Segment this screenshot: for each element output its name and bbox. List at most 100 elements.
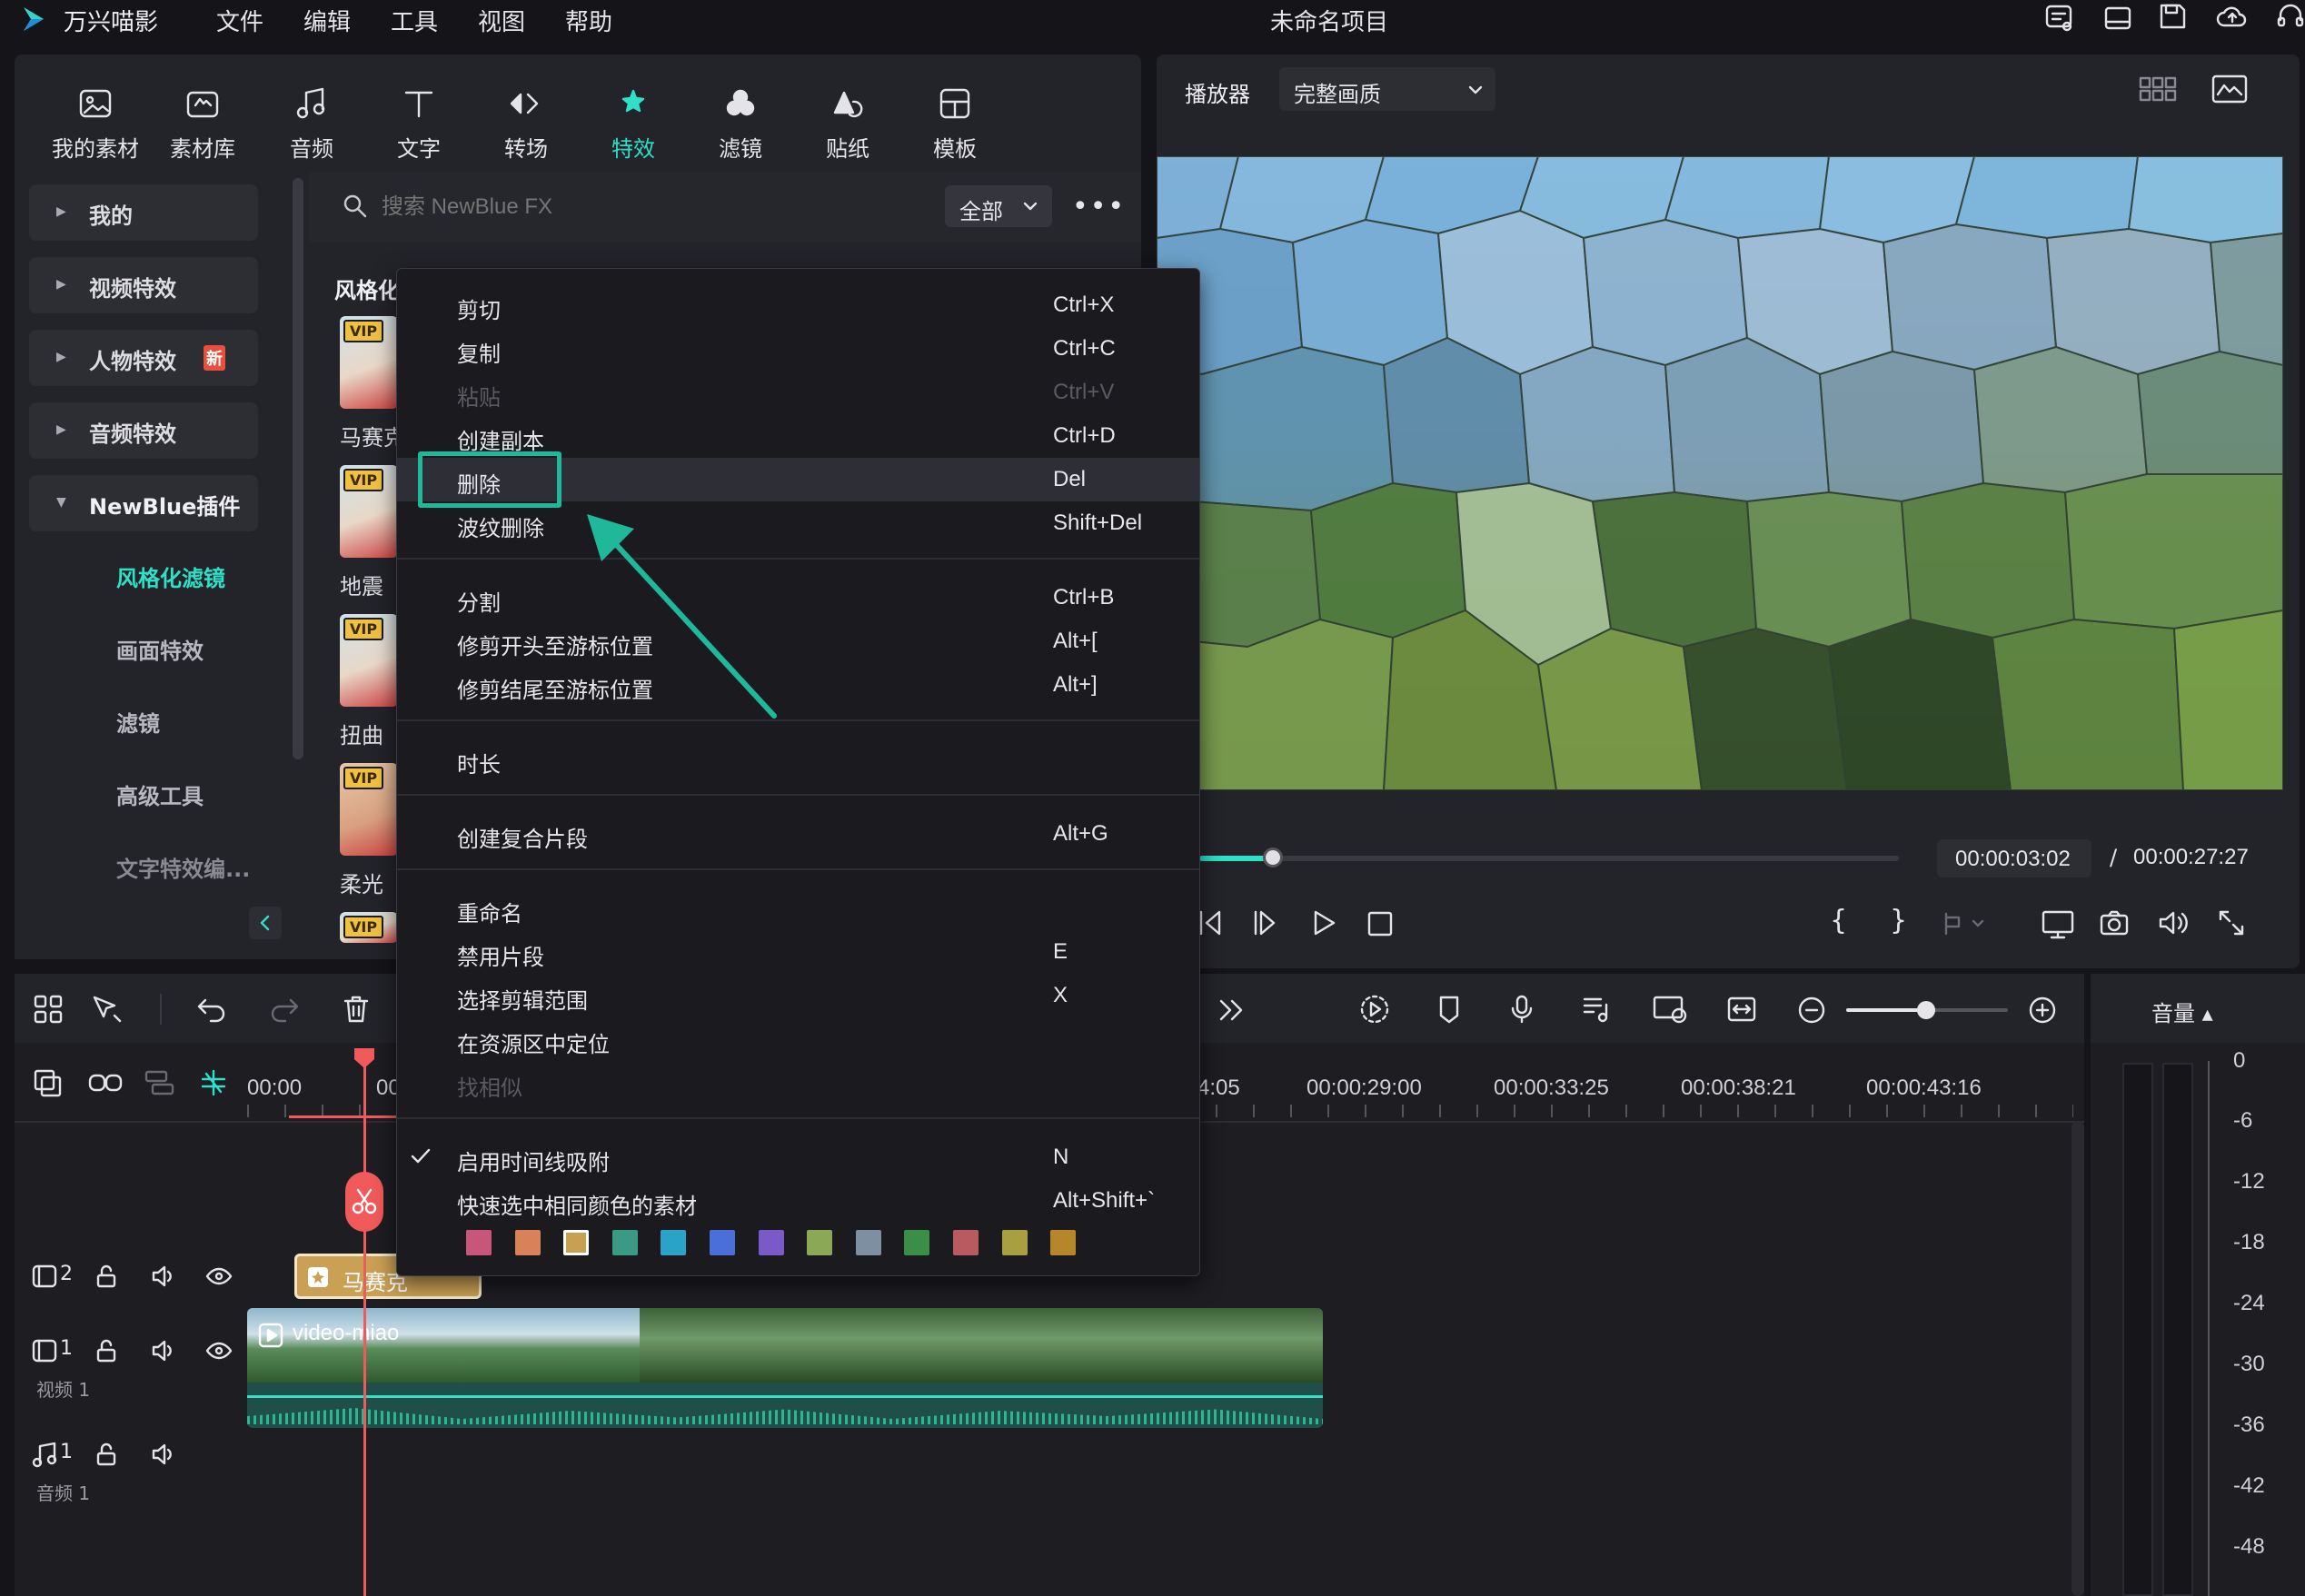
color-swatch[interactable] [611, 1230, 638, 1255]
category-video-effects[interactable]: ▶ 视频特效 [29, 257, 258, 313]
support-icon[interactable] [2275, 2, 2305, 31]
category-mine[interactable]: ▶ 我的 [29, 184, 258, 241]
menu-file[interactable]: 文件 [216, 4, 263, 37]
color-swatch[interactable] [1001, 1230, 1028, 1255]
menu-item-find-similar[interactable]: 找相似 [397, 1061, 1199, 1105]
menu-item-select-same-color[interactable]: 快速选中相同颜色的素材 Alt+Shift+` [397, 1179, 1199, 1223]
feedback-icon[interactable] [2044, 4, 2075, 33]
subcat-text-fx[interactable]: 文字特效编... [116, 851, 250, 883]
play-icon[interactable] [1310, 908, 1337, 937]
tab-filters[interactable]: 滤镜 [691, 80, 790, 162]
tab-text[interactable]: 文字 [369, 80, 469, 162]
snap-magnet-icon[interactable] [198, 1068, 229, 1097]
category-audio-effects[interactable]: ▶ 音频特效 [29, 402, 258, 459]
filter-dropdown[interactable]: 全部 [945, 185, 1052, 227]
undo-icon[interactable] [196, 996, 227, 1023]
layout-grid-icon[interactable] [33, 994, 64, 1025]
audio-icon[interactable] [151, 1339, 176, 1363]
menu-item-compound-clip[interactable]: 创建复合片段 Alt+G [397, 812, 1199, 856]
lock-icon[interactable] [94, 1442, 118, 1466]
auto-effect-icon[interactable] [1359, 994, 1390, 1025]
playhead-line[interactable] [363, 1054, 366, 1596]
tab-my-media[interactable]: 我的素材 [45, 80, 145, 162]
effect-thumb-mosaic[interactable]: VIP [340, 316, 398, 409]
color-swatch[interactable] [514, 1230, 541, 1255]
next-frame-icon[interactable] [1252, 908, 1279, 937]
link-icon[interactable] [87, 1070, 124, 1095]
color-swatch[interactable] [466, 1230, 492, 1255]
zoom-out-icon[interactable] [1797, 996, 1826, 1025]
color-swatch[interactable] [855, 1230, 881, 1255]
eye-icon[interactable] [205, 1266, 233, 1286]
menu-tools[interactable]: 工具 [391, 4, 438, 37]
lock-icon[interactable] [94, 1339, 118, 1363]
tab-audio[interactable]: 音频 [262, 80, 362, 162]
snapshot-icon[interactable] [2099, 908, 2130, 937]
menu-view[interactable]: 视图 [478, 4, 525, 37]
tab-effects[interactable]: 特效 [583, 80, 683, 162]
group-icon[interactable] [144, 1068, 176, 1097]
stop-icon[interactable] [1366, 910, 1394, 937]
effect-thumb-distort[interactable]: VIP [340, 614, 398, 707]
microphone-icon[interactable] [1508, 994, 1535, 1025]
select-tool-icon[interactable] [91, 994, 124, 1025]
video-preview[interactable] [1157, 156, 2283, 790]
subcat-filters[interactable]: 滤镜 [116, 706, 160, 738]
audio-icon[interactable] [151, 1264, 176, 1288]
mark-in-button[interactable]: { [1830, 905, 1847, 937]
menu-item-copy[interactable]: 复制 Ctrl+C [397, 327, 1199, 371]
volume-icon[interactable] [2157, 908, 2191, 937]
eye-icon[interactable] [205, 1341, 233, 1361]
cloud-upload-icon[interactable] [2215, 2, 2250, 31]
preview-render-icon[interactable] [1652, 994, 1688, 1025]
menu-item-cut[interactable]: 剪切 Ctrl+X [397, 283, 1199, 327]
tab-templates[interactable]: 模板 [905, 80, 1005, 162]
menu-item-timeline-snap[interactable]: 启用时间线吸附 N [397, 1135, 1199, 1179]
progress-handle[interactable] [1263, 848, 1283, 867]
fit-timeline-icon[interactable] [1726, 994, 1757, 1025]
color-swatch[interactable] [563, 1230, 590, 1255]
delete-icon[interactable] [342, 994, 371, 1025]
menu-edit[interactable]: 编辑 [303, 4, 351, 37]
menu-item-disable-clip[interactable]: 禁用片段 E [397, 930, 1199, 974]
add-track-icon[interactable] [33, 1068, 64, 1097]
menu-item-select-range[interactable]: 选择剪辑范围 X [397, 974, 1199, 1017]
category-people-effects[interactable]: ▶ 人物特效 新 [29, 330, 258, 386]
color-swatch[interactable] [904, 1230, 930, 1255]
timeline-scrollbar[interactable] [2072, 1121, 2084, 1596]
quality-dropdown[interactable]: 完整画质 [1279, 67, 1495, 111]
color-swatch[interactable] [661, 1230, 687, 1255]
menu-item-paste[interactable]: 粘贴 Ctrl+V [397, 371, 1199, 414]
current-time[interactable]: 00:00:03:02 [1937, 839, 2091, 877]
tab-stock-library[interactable]: 素材库 [153, 80, 253, 162]
menu-item-duration[interactable]: 时长 [397, 738, 1199, 781]
mark-out-button[interactable]: } [1890, 905, 1907, 937]
display-icon[interactable] [2041, 908, 2077, 939]
audio-icon[interactable] [151, 1442, 176, 1466]
fullscreen-icon[interactable] [2217, 908, 2246, 937]
color-swatch[interactable] [953, 1230, 979, 1255]
effect-thumb-earthquake[interactable]: VIP [340, 465, 398, 558]
volume-dropdown[interactable]: 音量 ▴ [2151, 996, 2213, 1027]
video-clip[interactable]: video-miao [247, 1308, 1323, 1428]
tab-transition[interactable]: 转场 [476, 80, 576, 162]
more-tools-icon[interactable] [1217, 997, 1245, 1023]
lock-icon[interactable] [94, 1264, 118, 1288]
insert-icon[interactable] [1942, 910, 1986, 937]
color-swatch[interactable] [807, 1230, 833, 1255]
zoom-in-icon[interactable] [2028, 996, 2057, 1025]
effect-thumb-softlight[interactable]: VIP [340, 763, 398, 856]
subcat-stylize[interactable]: 风格化滤镜 [116, 560, 225, 592]
color-swatch[interactable] [1050, 1230, 1077, 1255]
scope-icon[interactable] [2211, 74, 2248, 105]
tab-stickers[interactable]: 贴纸 [798, 80, 898, 162]
progress-track[interactable] [1199, 856, 1899, 861]
audio-list-icon[interactable] [1581, 994, 1612, 1025]
collapse-sidebar-button[interactable] [249, 907, 282, 939]
menu-item-rename[interactable]: 重命名 [397, 887, 1199, 930]
menu-item-locate-in-media[interactable]: 在资源区中定位 [397, 1017, 1199, 1061]
category-newblue[interactable]: ▼ NewBlue插件 [29, 475, 258, 531]
zoom-slider-handle[interactable] [1917, 1001, 1935, 1019]
menu-help[interactable]: 帮助 [565, 4, 612, 37]
subcat-advanced[interactable]: 高级工具 [116, 778, 204, 810]
